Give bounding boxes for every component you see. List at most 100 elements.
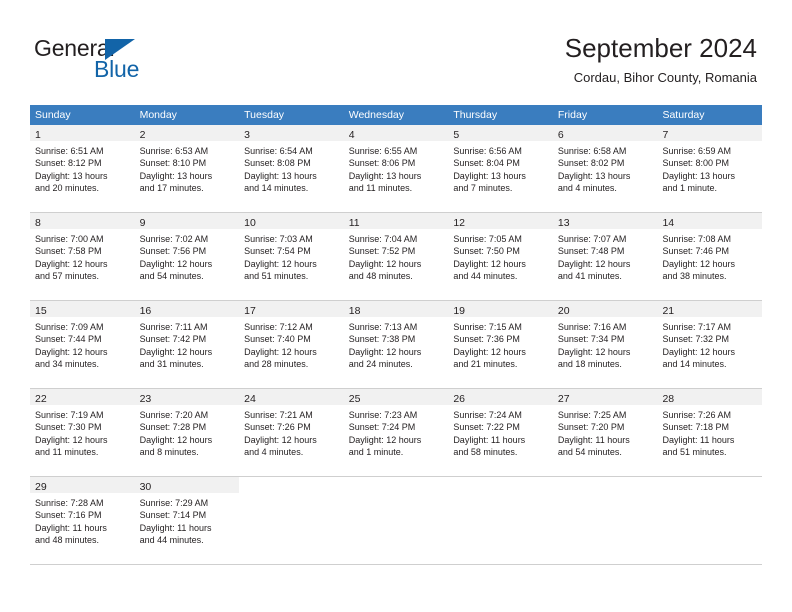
sunset-time: Sunset: 7:28 PM [139,422,207,433]
sunrise-time: Sunrise: 7:12 AM [244,322,313,332]
daylight-duration-line1: Daylight: 12 hours [139,434,213,445]
calendar-day-cell[interactable]: 6 Sunrise: 6:58 AM Sunset: 8:02 PM Daylight… [552,125,658,212]
calendar-day-cell[interactable]: 15 Sunrise: 7:09 AM Sunset: 7:44 PM Dayligh… [30,301,135,388]
sunset-time: Sunset: 7:36 PM [453,334,520,345]
day-number: 29 [35,481,47,493]
day-number: 25 [348,393,361,405]
daylight-duration-line2: and 41 minutes. [557,271,622,282]
calendar-day-cell[interactable]: 4 Sunrise: 6:55 AM Sunset: 8:06 PM Daylight… [343,125,449,212]
daylight-duration-line1: Daylight: 13 hours [453,170,526,181]
calendar-day-cell[interactable]: 3 Sunrise: 6:54 AM Sunset: 8:08 PM Daylight… [239,125,344,212]
calendar-day-cell[interactable]: 11 Sunrise: 7:04 AM Sunset: 7:52 PM Dayligh… [343,213,449,300]
calendar-day-cell[interactable]: 21 Sunrise: 7:17 AM Sunset: 7:32 PM Dayligh… [657,301,763,388]
day-details: Sunrise: 7:20 AM Sunset: 7:28 PM Daylight:… [135,405,240,459]
day-number-bar: 29 [30,477,135,493]
calendar-day-cell[interactable]: 9 Sunrise: 7:02 AM Sunset: 7:56 PM Daylight… [134,213,240,300]
day-number: 9 [139,217,146,229]
daylight-duration-line2: and 4 minutes. [244,447,304,458]
daylight-duration-line2: and 54 minutes. [557,447,622,458]
day-number-bar: 20 [552,301,658,317]
day-details: Sunrise: 7:21 AM Sunset: 7:26 PM Daylight:… [239,405,344,459]
day-number: 13 [557,217,570,229]
daylight-duration-line1: Daylight: 13 hours [139,170,213,181]
sunrise-time: Sunrise: 6:58 AM [557,146,627,156]
daylight-duration-line2: and 51 minutes. [244,271,309,282]
day-details: Sunrise: 7:13 AM Sunset: 7:38 PM Daylight:… [344,317,449,371]
day-number: 8 [35,217,41,229]
day-details: Sunrise: 6:59 AM Sunset: 8:00 PM Daylight:… [657,141,762,195]
page-subtitle: Cordau, Bihor County, Romania [573,70,757,85]
calendar-day-cell[interactable]: 26 Sunrise: 7:24 AM Sunset: 7:22 PM Dayligh… [448,389,553,476]
day-number-bar: 28 [657,389,763,405]
day-number-bar [553,477,658,493]
daylight-duration-line2: and 11 minutes. [35,447,99,458]
calendar-day-cell-empty [657,477,763,564]
calendar-day-cell[interactable]: 22 Sunrise: 7:19 AM Sunset: 7:30 PM Dayligh… [30,389,135,476]
calendar-day-cell[interactable]: 16 Sunrise: 7:11 AM Sunset: 7:42 PM Dayligh… [134,301,240,388]
sunset-time: Sunset: 8:12 PM [35,158,102,169]
calendar-day-cell[interactable]: 25 Sunrise: 7:23 AM Sunset: 7:24 PM Dayligh… [343,389,449,476]
day-number-bar: 24 [239,389,344,405]
day-details: Sunrise: 7:12 AM Sunset: 7:40 PM Daylight:… [239,317,344,371]
day-details: Sunrise: 6:51 AM Sunset: 8:12 PM Daylight:… [30,141,135,195]
title-block: September 2024 Cordau, Bihor County, Rom… [565,32,757,86]
calendar-page: General Blue September 2024 Cordau, Biho… [0,0,792,612]
sunset-time: Sunset: 7:38 PM [348,334,416,345]
calendar-day-cell[interactable]: 2 Sunrise: 6:53 AM Sunset: 8:10 PM Daylight… [134,125,240,212]
calendar-day-cell[interactable]: 13 Sunrise: 7:07 AM Sunset: 7:48 PM Dayligh… [552,213,658,300]
daylight-duration-line2: and 20 minutes. [35,183,100,194]
sunset-time: Sunset: 7:16 PM [35,510,102,521]
calendar-day-cell[interactable]: 23 Sunrise: 7:20 AM Sunset: 7:28 PM Dayligh… [134,389,240,476]
day-number: 10 [244,217,256,229]
calendar-day-cell[interactable]: 5 Sunrise: 6:56 AM Sunset: 8:04 PM Daylight… [448,125,553,212]
sunrise-time: Sunrise: 7:25 AM [557,410,627,420]
day-details: Sunrise: 7:07 AM Sunset: 7:48 PM Daylight:… [553,229,658,283]
day-details: Sunrise: 6:58 AM Sunset: 8:02 PM Daylight:… [553,141,658,195]
calendar-day-cell[interactable]: 24 Sunrise: 7:21 AM Sunset: 7:26 PM Dayligh… [239,389,344,476]
daylight-duration-line1: Daylight: 12 hours [662,346,736,357]
calendar-day-cell[interactable]: 8 Sunrise: 7:00 AM Sunset: 7:58 PM Daylight… [30,213,135,300]
daylight-duration-line1: Daylight: 11 hours [139,522,212,533]
calendar-day-cell[interactable]: 17 Sunrise: 7:12 AM Sunset: 7:40 PM Dayligh… [239,301,344,388]
calendar-week-row: 8 Sunrise: 7:00 AM Sunset: 7:58 PM Daylight… [30,213,763,301]
day-details: Sunrise: 7:17 AM Sunset: 7:32 PM Daylight:… [657,317,762,371]
daylight-duration-line1: Daylight: 13 hours [557,170,631,181]
general-blue-logo[interactable]: General Blue [34,36,184,82]
sunset-time: Sunset: 8:06 PM [348,158,416,169]
calendar-day-cell[interactable]: 10 Sunrise: 7:03 AM Sunset: 7:54 PM Dayligh… [239,213,344,300]
day-number: 2 [139,129,146,141]
day-number: 27 [557,393,570,405]
sunset-time: Sunset: 7:52 PM [348,246,416,257]
sunrise-time: Sunrise: 7:15 AM [453,322,522,332]
calendar-day-cell[interactable]: 18 Sunrise: 7:13 AM Sunset: 7:38 PM Dayligh… [343,301,449,388]
day-number-bar: 12 [448,213,553,229]
sunrise-time: Sunrise: 6:54 AM [244,146,313,156]
calendar-day-cell[interactable]: 14 Sunrise: 7:08 AM Sunset: 7:46 PM Dayligh… [657,213,763,300]
calendar-day-cell[interactable]: 27 Sunrise: 7:25 AM Sunset: 7:20 PM Dayligh… [552,389,658,476]
calendar-day-cell[interactable]: 29 Sunrise: 7:28 AM Sunset: 7:16 PM Dayligh… [30,477,135,564]
sunset-time: Sunset: 7:26 PM [244,422,311,433]
daylight-duration-line2: and 8 minutes. [139,447,199,458]
logo-text-blue: Blue [94,56,140,82]
calendar-day-cell[interactable]: 7 Sunrise: 6:59 AM Sunset: 8:00 PM Daylight… [657,125,763,212]
day-details: Sunrise: 7:25 AM Sunset: 7:20 PM Daylight:… [553,405,658,459]
weekday-header-monday: Monday [139,109,177,121]
calendar-day-cell[interactable]: 28 Sunrise: 7:26 AM Sunset: 7:18 PM Dayligh… [657,389,763,476]
daylight-duration-line1: Daylight: 11 hours [35,522,107,533]
daylight-duration-line1: Daylight: 12 hours [244,346,317,357]
day-details: Sunrise: 6:54 AM Sunset: 8:08 PM Daylight:… [239,141,344,195]
day-number-bar: 5 [448,125,553,141]
daylight-duration-line2: and 51 minutes. [662,447,727,458]
calendar-day-cell[interactable]: 1 Sunrise: 6:51 AM Sunset: 8:12 PM Daylight… [30,125,135,212]
daylight-duration-line1: Daylight: 12 hours [35,346,108,357]
daylight-duration-line1: Daylight: 13 hours [662,170,736,181]
calendar-day-cell[interactable]: 30 Sunrise: 7:29 AM Sunset: 7:14 PM Dayligh… [134,477,240,564]
day-number-bar: 22 [30,389,135,405]
day-details: Sunrise: 6:53 AM Sunset: 8:10 PM Daylight:… [135,141,240,195]
day-number-bar [657,477,762,493]
sunrise-time: Sunrise: 7:19 AM [35,410,104,420]
calendar-day-cell[interactable]: 19 Sunrise: 7:15 AM Sunset: 7:36 PM Dayligh… [448,301,553,388]
calendar-day-cell[interactable]: 20 Sunrise: 7:16 AM Sunset: 7:34 PM Dayligh… [552,301,658,388]
calendar-day-cell[interactable]: 12 Sunrise: 7:05 AM Sunset: 7:50 PM Dayligh… [448,213,553,300]
day-number: 23 [139,393,152,405]
